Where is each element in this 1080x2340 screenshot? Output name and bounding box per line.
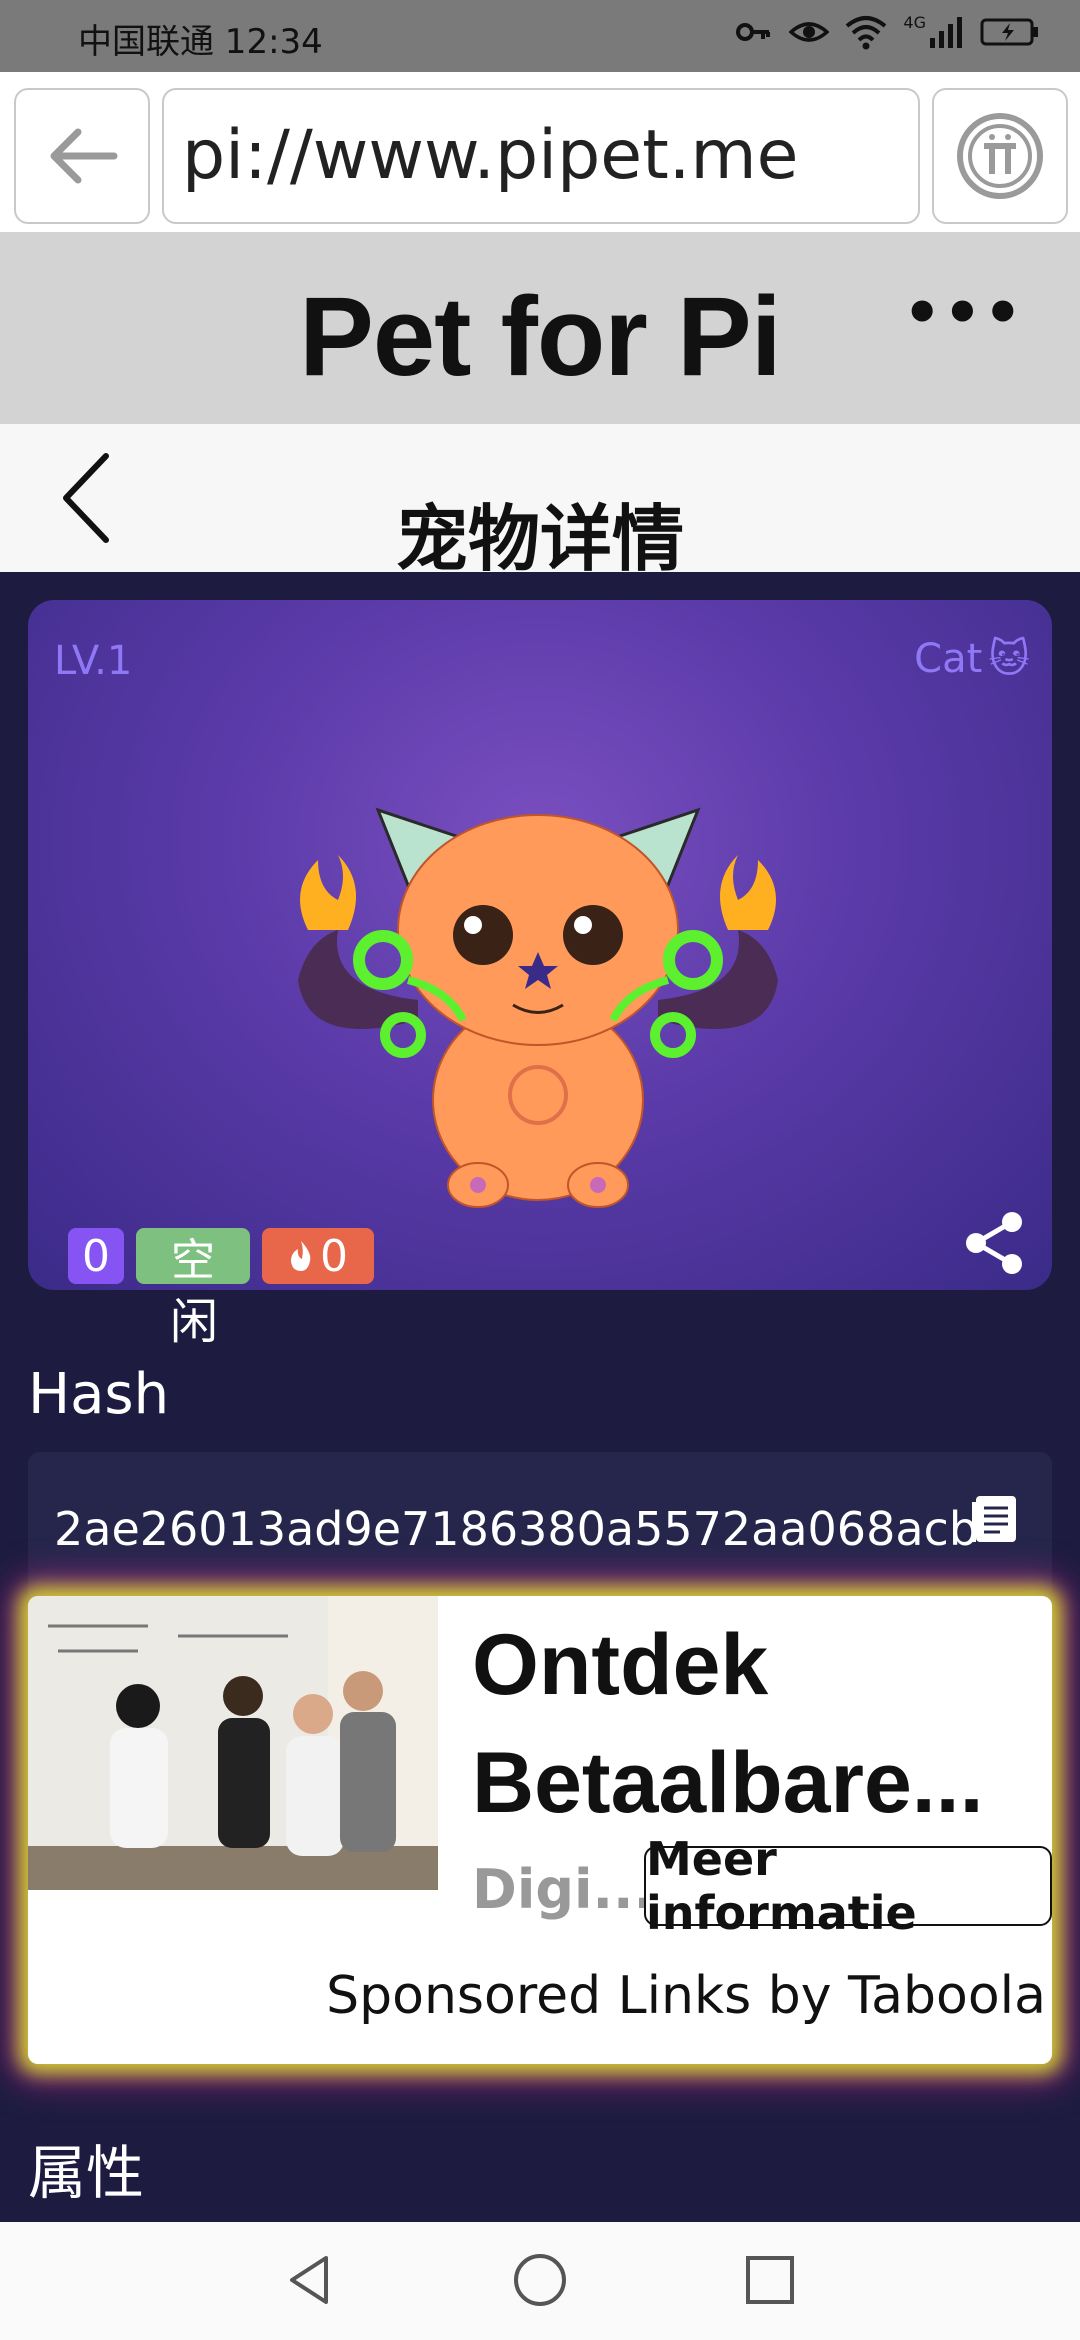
page-header: 宠物详情	[0, 424, 1080, 581]
fire-badge: 0	[262, 1228, 374, 1284]
share-icon[interactable]	[962, 1210, 1028, 1276]
fire-count: 0	[320, 1230, 348, 1282]
back-arrow-icon	[50, 128, 118, 184]
copy-icon[interactable]	[970, 1494, 1022, 1546]
ad-more-info-button[interactable]: Meer informatie	[644, 1832, 1052, 1940]
home-circle-icon[interactable]	[510, 2250, 570, 2310]
page-title: 宠物详情	[395, 497, 684, 581]
eye-icon	[789, 22, 830, 42]
browser-back-button[interactable]	[14, 88, 150, 224]
wifi-icon	[846, 16, 887, 50]
ad-photo[interactable]	[28, 1596, 438, 1890]
hash-label: Hash	[28, 1362, 170, 1427]
network-type: 4G	[903, 12, 926, 32]
ad-title[interactable]: Ontdek Betaalbare...	[472, 1606, 1032, 1842]
status-bar: 中国联通 12:34 4G	[0, 0, 1080, 72]
flame-icon	[291, 1241, 311, 1271]
pi-logo-icon	[957, 113, 1043, 199]
url-field[interactable]: pi://www.pipet.me	[162, 88, 920, 224]
cat-emoji-icon: 🐱	[988, 636, 1030, 682]
pet-level: LV.1	[54, 638, 133, 684]
hash-value: 2ae26013ad9e7186380a5572aa068acb	[54, 1502, 979, 1556]
recent-square-icon[interactable]	[740, 2250, 800, 2310]
attributes-label: 属性	[28, 2139, 145, 2207]
url-text: pi://www.pipet.me	[182, 116, 799, 195]
status-badge: 空	[136, 1228, 250, 1286]
key-icon	[736, 23, 771, 41]
system-nav-bar	[0, 2222, 1080, 2340]
status-badge-overflow: 闲	[170, 1294, 219, 1350]
ad-source: Digi...	[472, 1858, 655, 1921]
pet-type: Cat 🐱	[914, 636, 1030, 682]
back-triangle-icon[interactable]	[280, 2250, 340, 2310]
count-badge: 0	[68, 1228, 124, 1284]
browser-bar: pi://www.pipet.me	[0, 72, 1080, 232]
app-title-bar: Pet for Pi •••	[0, 232, 1080, 424]
ad-sponsor-link[interactable]: Sponsored Links by Taboola	[326, 1966, 1046, 2026]
more-menu-button[interactable]: •••	[903, 278, 1024, 348]
pi-browser-button[interactable]	[932, 88, 1068, 224]
battery-icon	[980, 18, 1038, 46]
hash-box: 2ae26013ad9e7186380a5572aa068acb	[28, 1452, 1052, 1602]
signal-icon	[930, 17, 962, 48]
pet-card: LV.1 Cat 🐱 0 空 0	[28, 600, 1052, 1290]
sponsored-ad[interactable]: Ontdek Betaalbare... Digi... Meer inform…	[28, 1596, 1052, 2064]
pet-type-label: Cat	[914, 636, 983, 682]
pet-cat-image	[298, 807, 778, 1208]
carrier-time: 中国联通 12:34	[78, 22, 323, 62]
status-icons: 4G	[733, 12, 1040, 52]
pet-badges: 0 空 0	[68, 1228, 374, 1286]
